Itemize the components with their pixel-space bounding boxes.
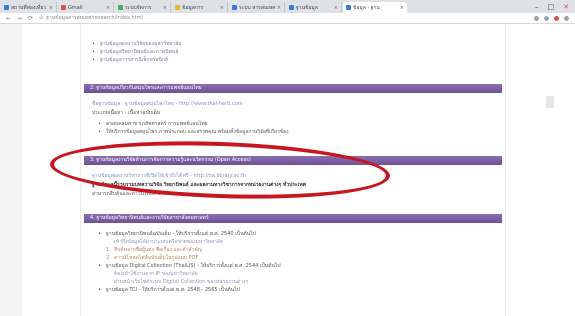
list-item[interactable]: ฐานข้อมูล Digital Collection (ThaiLIS) -… [98,262,281,270]
maximize-icon[interactable]: □ [548,3,555,11]
favicon-icon [232,5,237,10]
list-item[interactable]: ฐานข้อมูลผลงานวิจัยของมหาวิทยาลัย [92,40,181,48]
browser-tab[interactable]: สถานที่ท่องเที่ยว 2021 - X× [1,2,57,13]
close-tab-icon[interactable]: × [163,5,167,11]
list-item[interactable]: ฐานข้อมูลวิทยานิพนธ์และภาคนิพนธ์ [92,48,181,56]
tab-label: ระบบ สารสนเทศ [239,4,275,11]
favicon-icon [175,5,180,10]
close-tab-icon[interactable]: × [334,5,338,11]
reload-icon[interactable]: ⟳ [28,15,33,22]
description-text: สามารถสืบค้นและดาวน์โหลดได้ฟรี [92,191,169,197]
close-window-icon[interactable]: ✕ [563,3,569,11]
browser-tab[interactable]: ฐานข้อมูล × [286,2,342,13]
database-link[interactable]: ฐานข้อมูลผลงานวิชาการที่เปิดให้เข้าถึงได… [92,172,246,180]
list-item: เข้าถึงข้อมูลได้ผ่านระบบเครือข่ายของมหาว… [114,239,223,245]
browser-tab[interactable]: ข้อมูลการ × [172,2,228,13]
list-item: ครอบคลุมสาขาเภสัชศาสตร์ การแพทย์แผนไทย [98,120,289,128]
favicon-icon [289,5,294,10]
window-controls: – □ ✕ [535,3,575,13]
close-tab-icon[interactable]: × [220,5,224,11]
list-item[interactable]: ฐานข้อมูลวิทยานิพนธ์ฉบับเต็ม - ให้บริการ… [98,230,281,238]
tab-label: ข้อมูล - ฐาน [353,4,380,11]
profile-icon[interactable] [554,15,559,21]
tab-label: สถานที่ท่องเที่ยว 2021 - X [11,4,47,11]
extension-icon[interactable] [534,15,539,21]
tab-label: ฐานข้อมูล [296,4,318,11]
bookmark-icon[interactable] [544,15,549,21]
lock-icon: ⊙ [39,15,44,21]
page-margin [0,24,22,316]
close-tab-icon[interactable]: × [49,5,53,11]
list-item[interactable]: ฐานข้อมูล TCI - ให้บริการตั้งแต่ พ.ศ. 25… [98,286,281,294]
menu-icon[interactable] [564,15,569,21]
browser-tab[interactable]: ระบบจัดการ × [115,2,171,13]
browser-tab[interactable]: ระบบ สารสนเทศ × [229,2,285,13]
content-type: ประเภทเนื้อหา : เนื้อหาฉบับเต็ม [92,110,161,116]
list-item[interactable]: ฐานข้อมูลวารสารอิเล็กทรอนิกส์ [92,56,181,64]
section-header: 4. ฐานข้อมูลวิทยานิพนธ์และงานวิจัยสาขาสั… [84,214,502,223]
list-item: ให้บริการข้อมูลสมุนไพร ภาพประกอบ และสรรพ… [98,128,289,136]
section-header: 2. ฐานข้อมูลเกี่ยวกับสมุนไพรและการแพทย์แ… [84,84,502,93]
favicon-icon [4,5,9,10]
close-tab-icon[interactable]: × [277,5,281,11]
database-link[interactable]: ชื่อฐานข้อมูล : ฐานข้อมูลสมุนไพรไทย - ht… [92,100,243,108]
minimize-icon[interactable]: – [535,3,539,11]
favicon-icon [118,5,123,10]
list-item: ต้องเข้าใช้งานจาก IP ของมหาวิทยาลัย [114,271,198,277]
back-icon[interactable]: ← [6,15,11,22]
browser-toolbar: ← → ⟳ ⊙ ฐานข้อมูลสารสนเทศ/research/index… [0,13,575,24]
list-item: ดาวน์โหลดไฟล์ฉบับเต็มในรูปแบบ PDF [98,254,281,262]
tab-label: ข้อมูลการ [182,4,204,11]
section-header: 3. ฐานข้อมูลงานวิจัยด้านการจัดการความรู้… [84,156,502,165]
tab-label: ระบบจัดการ [125,4,152,11]
side-widget[interactable] [546,96,554,108]
address-bar[interactable]: ⊙ ฐานข้อมูลสารสนเทศ/research/index.html [39,14,479,22]
close-tab-icon[interactable]: × [106,5,110,11]
description-text: ฐานข้อมูลนี้รวบรวมบทความวิจัย วิทยานิพนธ… [92,182,306,188]
top-bullet-list: ฐานข้อมูลผลงานวิจัยของมหาวิทยาลัย ฐานข้อ… [92,40,181,64]
close-tab-icon[interactable]: × [400,5,404,11]
browser-tab-bar: สถานที่ท่องเที่ยว 2021 - X×Gmail×ระบบจัด… [0,0,575,13]
list-item: ผ่านหน้าเว็บไซต์ระบบ Digital Collection … [114,279,249,285]
browser-tab[interactable]: Gmail × [58,2,114,13]
forward-icon[interactable]: → [17,15,22,22]
favicon-icon [346,5,351,10]
list-item: สืบค้นจากชื่อผู้แต่ง ชื่อเรื่อง และคำสำค… [98,246,281,254]
section3-bullets: ฐานข้อมูลวิทยานิพนธ์ฉบับเต็ม - ให้บริการ… [98,230,281,294]
tab-label: Gmail [68,4,83,11]
url-text: ฐานข้อมูลสารสนเทศ/research/index.html [46,15,143,21]
browser-tab[interactable]: ข้อมูล - ฐาน × [343,2,407,13]
favicon-icon [61,5,66,10]
section1-bullets: ครอบคลุมสาขาเภสัชศาสตร์ การแพทย์แผนไทย ใ… [98,120,289,136]
